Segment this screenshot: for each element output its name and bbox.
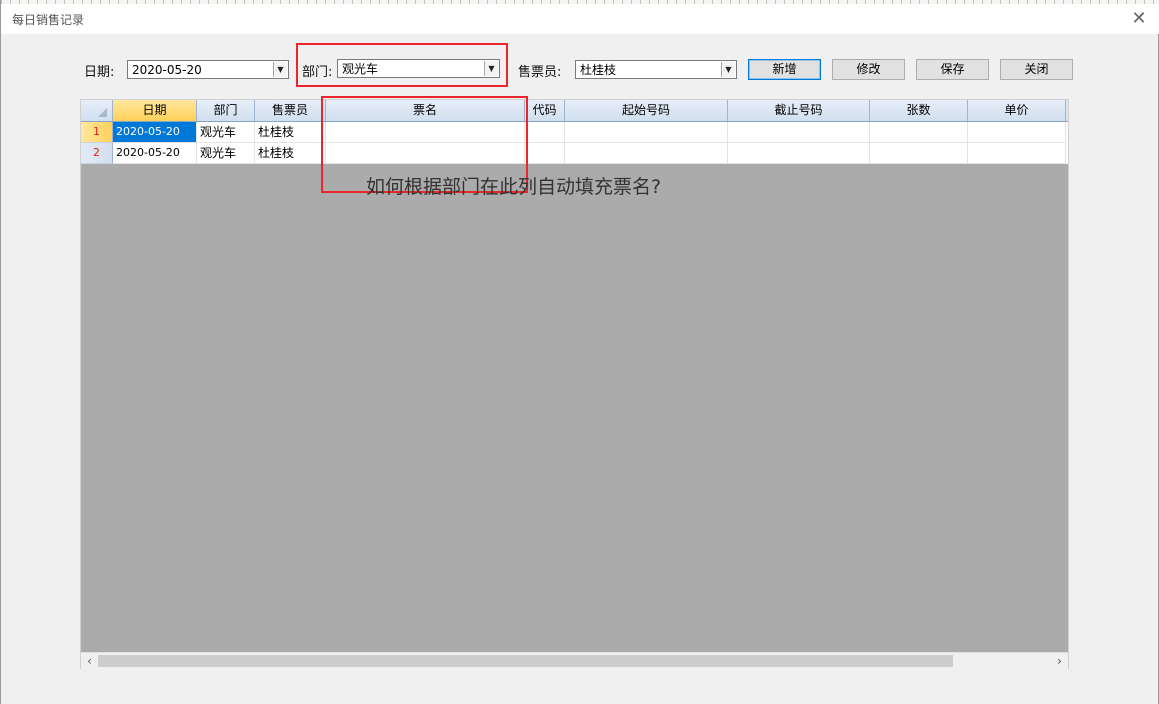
date-value: 2020-05-20 bbox=[132, 63, 202, 77]
seller-value: 杜桂枝 bbox=[580, 63, 617, 77]
annotation-question: 如何根据部门在此列自动填充票名? bbox=[366, 176, 662, 198]
col-header-price[interactable]: 单价 bbox=[968, 100, 1066, 121]
col-header-end-no[interactable]: 截止号码 bbox=[728, 100, 870, 121]
cell-price[interactable] bbox=[968, 122, 1066, 143]
add-button[interactable]: 新增 bbox=[748, 59, 821, 80]
col-header-seller[interactable]: 售票员 bbox=[255, 100, 326, 121]
close-button[interactable]: 关闭 bbox=[1000, 59, 1073, 80]
cell-count[interactable] bbox=[870, 143, 968, 164]
col-header-start-no[interactable]: 起始号码 bbox=[565, 100, 728, 121]
window-title: 每日销售记录 bbox=[12, 13, 85, 27]
date-picker[interactable]: 2020-05-20 ▼ bbox=[127, 60, 289, 79]
cell-end-no[interactable] bbox=[728, 122, 870, 143]
daily-sales-window: 每日销售记录 ✕ 日期: 2020-05-20 ▼ 部门: 观光车 ▼ 售票员:… bbox=[0, 0, 1159, 704]
cell-ticket-name[interactable] bbox=[326, 143, 525, 164]
col-header-dept[interactable]: 部门 bbox=[197, 100, 255, 121]
seller-select[interactable]: 杜桂枝 ▼ bbox=[575, 60, 737, 79]
row-number[interactable]: 2 bbox=[81, 143, 113, 164]
table-row[interactable]: 2 2020-05-20 观光车 杜桂枝 bbox=[81, 143, 1068, 164]
col-header-code[interactable]: 代码 bbox=[525, 100, 565, 121]
select-all-corner[interactable] bbox=[81, 100, 113, 121]
cell-seller[interactable]: 杜桂枝 bbox=[255, 143, 326, 164]
scroll-left-icon[interactable]: ‹ bbox=[81, 653, 98, 669]
date-label: 日期: bbox=[84, 65, 115, 80]
scroll-thumb[interactable] bbox=[98, 655, 953, 667]
dept-select[interactable]: 观光车 ▼ bbox=[337, 59, 500, 78]
dept-value: 观光车 bbox=[342, 62, 379, 76]
dept-dropdown-arrow-icon[interactable]: ▼ bbox=[484, 61, 498, 76]
cell-date[interactable]: 2020-05-20 bbox=[113, 122, 197, 143]
cell-dept[interactable]: 观光车 bbox=[197, 143, 255, 164]
cell-seller[interactable]: 杜桂枝 bbox=[255, 122, 326, 143]
close-window-icon[interactable]: ✕ bbox=[1128, 8, 1150, 30]
cell-start-no[interactable] bbox=[565, 143, 728, 164]
grid-header-row: 日期 部门 售票员 票名 代码 起始号码 截止号码 张数 单价 bbox=[81, 100, 1068, 122]
edit-button[interactable]: 修改 bbox=[832, 59, 905, 80]
cell-code[interactable] bbox=[525, 143, 565, 164]
cell-end-no[interactable] bbox=[728, 143, 870, 164]
col-header-date[interactable]: 日期 bbox=[113, 100, 197, 121]
col-header-ticket-name[interactable]: 票名 bbox=[326, 100, 525, 121]
scroll-right-icon[interactable]: › bbox=[1051, 653, 1068, 669]
col-header-count[interactable]: 张数 bbox=[870, 100, 968, 121]
corner-triangle-icon bbox=[98, 108, 107, 117]
cell-code[interactable] bbox=[525, 122, 565, 143]
date-dropdown-arrow-icon[interactable]: ▼ bbox=[273, 62, 287, 77]
cell-start-no[interactable] bbox=[565, 122, 728, 143]
title-bar: 每日销售记录 ✕ bbox=[1, 4, 1159, 34]
row-number[interactable]: 1 bbox=[81, 122, 113, 143]
cell-dept[interactable]: 观光车 bbox=[197, 122, 255, 143]
seller-dropdown-arrow-icon[interactable]: ▼ bbox=[721, 62, 735, 77]
table-row[interactable]: 1 2020-05-20 观光车 杜桂枝 bbox=[81, 122, 1068, 143]
cell-count[interactable] bbox=[870, 122, 968, 143]
horizontal-scrollbar[interactable]: ‹ › bbox=[81, 652, 1068, 669]
save-button[interactable]: 保存 bbox=[916, 59, 989, 80]
cell-date[interactable]: 2020-05-20 bbox=[113, 143, 197, 164]
dept-label: 部门: bbox=[302, 65, 333, 80]
cell-ticket-name[interactable] bbox=[326, 122, 525, 143]
seller-label: 售票员: bbox=[518, 65, 562, 80]
cell-price[interactable] bbox=[968, 143, 1066, 164]
